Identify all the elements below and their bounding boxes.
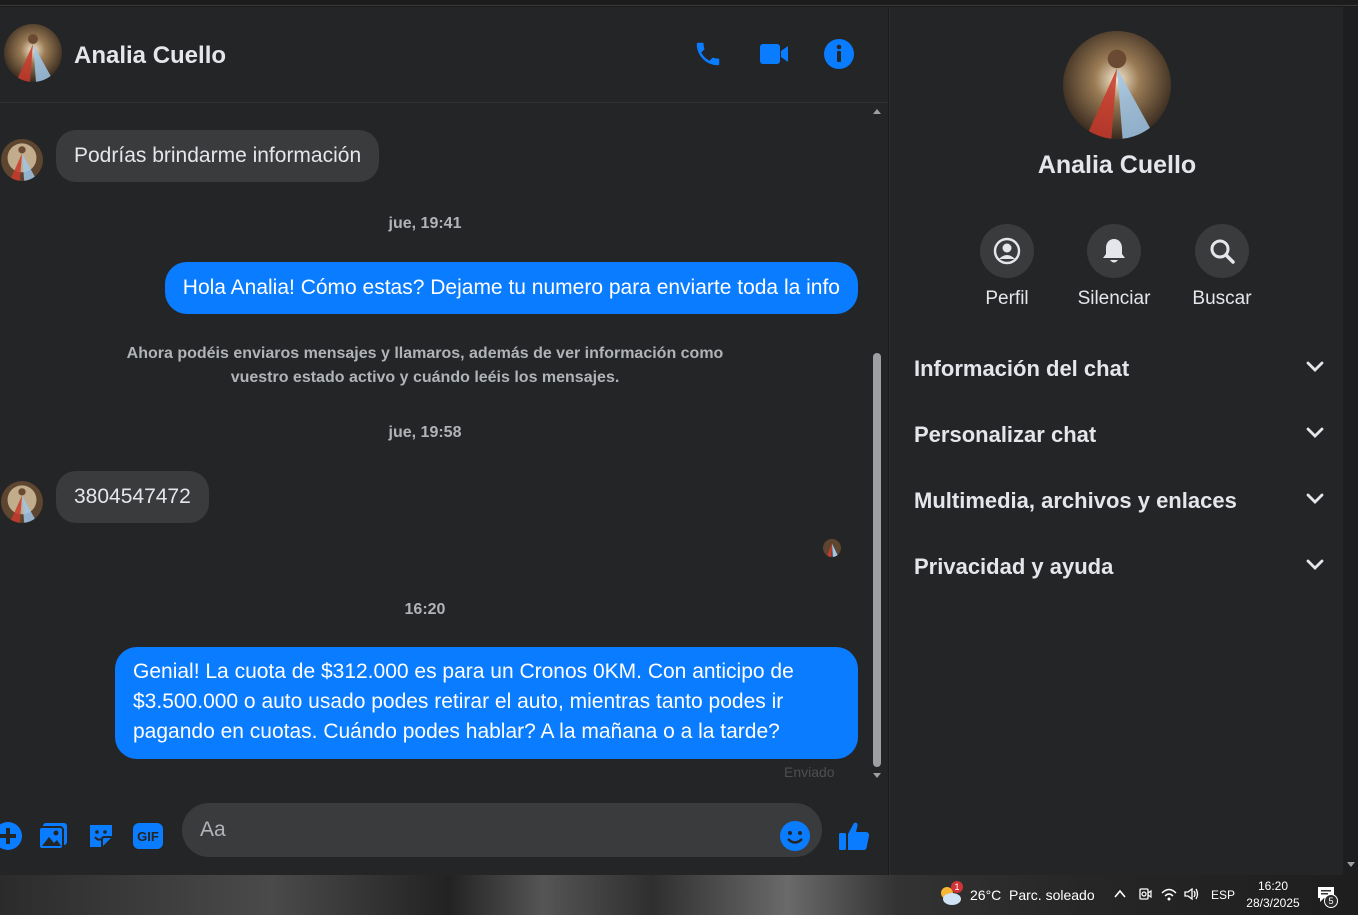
notification-center-icon[interactable]: 5	[1316, 885, 1338, 910]
gallery-icon[interactable]	[36, 819, 70, 853]
video-camera-icon[interactable]	[757, 37, 791, 71]
section-chat-info[interactable]: Información del chat	[914, 349, 1324, 389]
message-input[interactable]	[182, 803, 822, 857]
section-title: Información del chat	[914, 356, 1130, 381]
clock-date: 28/3/2025	[1246, 896, 1300, 910]
contact-name: Analia Cuello	[74, 42, 227, 69]
phone-icon[interactable]	[691, 37, 725, 71]
weather-description[interactable]: Parc. soleado	[1009, 887, 1095, 903]
chevron-down-icon	[1306, 360, 1324, 378]
search-label: Buscar	[1192, 288, 1252, 309]
window-top-edge	[0, 0, 1358, 6]
panel-contact-avatar[interactable]	[1063, 31, 1171, 139]
chevron-up-icon[interactable]	[1113, 887, 1127, 906]
search-button[interactable]: Buscar	[1172, 224, 1272, 310]
system-notice: Ahora podéis enviaros mensajes y llamaro…	[80, 342, 770, 390]
message-line: Genial! La cuota de $312.000 es para un …	[133, 660, 794, 683]
language-indicator[interactable]: ESP	[1211, 888, 1235, 902]
gif-label: GIF	[137, 829, 159, 844]
message-line: pagando en cuotas. Cuándo podes hablar? …	[133, 720, 780, 743]
message-incoming[interactable]: 3804547472	[56, 471, 209, 523]
plus-icon[interactable]	[0, 819, 25, 853]
sender-avatar[interactable]	[1, 139, 43, 181]
windows-taskbar: 1 26°C Parc. soleado ESP 16:20 28/3/2025…	[0, 875, 1358, 915]
section-privacy-help[interactable]: Privacidad y ayuda	[914, 547, 1324, 587]
mute-button[interactable]: Silenciar	[1064, 224, 1164, 310]
message-incoming[interactable]: Podrías brindarme información	[56, 130, 380, 182]
chevron-down-icon	[1306, 492, 1324, 510]
chat-details-panel: Analia Cuello Perfil Silenciar Buscar In…	[889, 7, 1343, 875]
sticker-icon[interactable]	[84, 819, 118, 853]
chat-header: Analia Cuello	[0, 7, 888, 103]
scroll-down-arrow[interactable]	[873, 773, 881, 778]
weather-temperature[interactable]: 26°C	[970, 887, 1001, 903]
clock[interactable]: 16:20 28/3/2025	[1244, 879, 1302, 910]
message-outgoing[interactable]: Genial! La cuota de $312.000 es para un …	[115, 647, 858, 759]
scrollbar-thumb[interactable]	[873, 353, 881, 767]
profile-label: Perfil	[985, 288, 1029, 309]
system-notice-line: vuestro estado activo y cuándo leéis los…	[230, 369, 620, 386]
bell-icon	[1087, 224, 1141, 278]
wifi-icon[interactable]	[1161, 887, 1177, 906]
system-notice-line: Ahora podéis enviaros mensajes y llamaro…	[126, 345, 724, 362]
notification-count: 5	[1324, 894, 1338, 908]
search-icon	[1195, 224, 1249, 278]
panel-contact-name: Analia Cuello	[1037, 151, 1197, 179]
section-customize-chat[interactable]: Personalizar chat	[914, 415, 1324, 455]
emoji-icon[interactable]	[778, 819, 812, 853]
profile-icon	[980, 224, 1034, 278]
chevron-down-icon	[1306, 426, 1324, 444]
gif-icon[interactable]: GIF	[131, 819, 165, 853]
section-title: Personalizar chat	[914, 422, 1097, 447]
panel-scrollbar[interactable]	[1343, 7, 1358, 875]
contact-avatar[interactable]	[4, 24, 62, 82]
meet-now-icon[interactable]	[1138, 887, 1152, 906]
profile-button[interactable]: Perfil	[957, 224, 1057, 310]
message-outgoing[interactable]: Hola Analia! Cómo estas? Dejame tu numer…	[164, 262, 858, 314]
section-title: Multimedia, archivos y enlaces	[914, 488, 1237, 513]
weather-icon[interactable]: 1	[938, 881, 963, 907]
app-window: Analia Cuello Podrías brindarme informac…	[0, 0, 1358, 915]
sender-avatar[interactable]	[1, 481, 43, 523]
read-receipt-avatar	[823, 539, 841, 557]
scroll-down-arrow[interactable]	[1347, 862, 1355, 867]
section-title: Privacidad y ayuda	[914, 554, 1114, 579]
message-line: $3.500.000 o auto usado podes retirar el…	[133, 690, 784, 713]
clock-time: 16:20	[1257, 879, 1289, 893]
message-status: Enviado	[784, 764, 835, 780]
thumbs-up-icon[interactable]	[837, 819, 871, 853]
timestamp: jue, 19:41	[388, 215, 462, 232]
weather-badge: 1	[951, 881, 963, 893]
volume-icon[interactable]	[1184, 887, 1200, 906]
chat-pane: Analia Cuello Podrías brindarme informac…	[0, 7, 888, 875]
chevron-down-icon	[1306, 558, 1324, 576]
info-icon[interactable]	[822, 37, 856, 71]
timestamp: jue, 19:58	[388, 424, 462, 441]
section-media-files-links[interactable]: Multimedia, archivos y enlaces	[914, 481, 1324, 521]
mute-label: Silenciar	[1077, 288, 1151, 309]
timestamp: 16:20	[404, 601, 446, 618]
scroll-up-arrow[interactable]	[873, 109, 881, 114]
